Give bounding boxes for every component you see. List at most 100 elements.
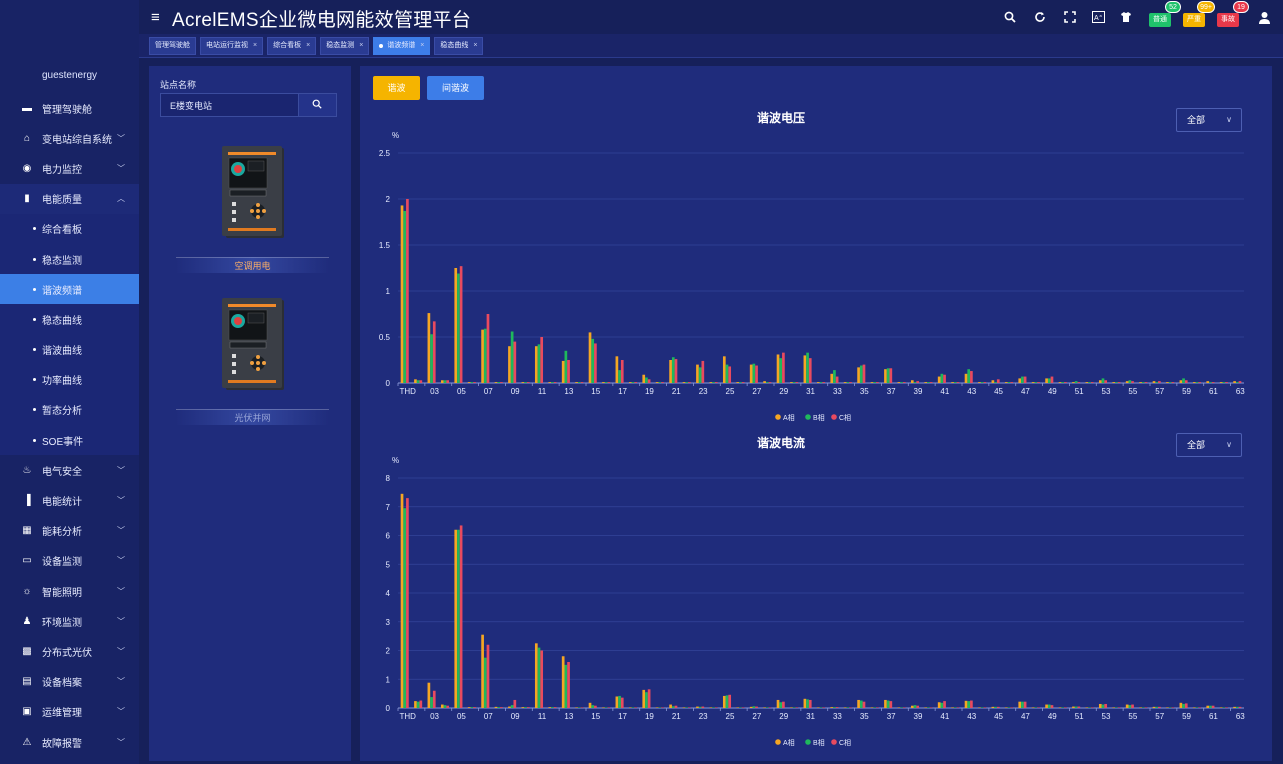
device-name: 空调用电 <box>176 257 329 273</box>
chevron-down-icon: ﹀ <box>117 133 125 143</box>
x-tick-label: 25 <box>726 387 735 396</box>
bar-B相-34 <box>846 707 850 708</box>
tab-3[interactable]: 稳态监测 × <box>320 36 370 55</box>
bar-B相-23 <box>698 367 702 383</box>
close-icon[interactable]: × <box>359 37 363 55</box>
bar-B相-60 <box>1195 707 1199 708</box>
bar-B相-31 <box>806 352 809 383</box>
bar-C相-40 <box>929 707 933 708</box>
sidebar-item-11[interactable]: ▤ 设备档案 ﹀ <box>0 667 139 697</box>
bar-C相-40 <box>929 382 933 383</box>
sidebar-subitem-1[interactable]: 稳态监测 <box>0 244 139 274</box>
sidebar-item-13[interactable]: ⚠ 故障报警 ﹀ <box>0 727 139 757</box>
bar-C相-07 <box>486 644 490 708</box>
sidebar-item-5[interactable]: ▐ 电能统计 ﹀ <box>0 485 139 515</box>
bar-A相-62 <box>1219 382 1223 383</box>
bar-A相-14 <box>575 382 578 383</box>
bar-B相-05 <box>457 273 460 383</box>
close-icon[interactable]: × <box>420 37 424 55</box>
device-card[interactable]: 光伏并网 <box>176 296 329 426</box>
bar-A相-43 <box>964 373 968 383</box>
sidebar-item-12[interactable]: ▣ 运维管理 ﹀ <box>0 697 139 727</box>
bar-A相-23 <box>696 706 699 708</box>
sidebar-item-10[interactable]: ▩ 分布式光伏 ﹀ <box>0 636 139 666</box>
bar-B相-28 <box>765 707 769 708</box>
bar-C相-39 <box>916 705 920 708</box>
alert-level-label: 严重 <box>1183 12 1205 27</box>
sidebar-item-9[interactable]: ♟ 环境监测 ﹀ <box>0 606 139 636</box>
alert-badge-0[interactable]: 普通 52 <box>1149 0 1181 27</box>
sidebar-item-1[interactable]: ⌂ 变电站综自系统 ﹀ <box>0 123 139 153</box>
bar-A相-19 <box>642 689 646 708</box>
sidebar-item-label: 能耗分析 <box>42 527 82 539</box>
x-tick-label: 47 <box>1021 712 1030 721</box>
alert-badge-1[interactable]: 严重 99+ <box>1183 0 1215 27</box>
refresh-icon[interactable] <box>1029 6 1051 28</box>
user-icon[interactable] <box>1253 6 1275 28</box>
sidebar-subitem-5[interactable]: 功率曲线 <box>0 365 139 395</box>
sidebar-subitem-4[interactable]: 谐波曲线 <box>0 335 139 365</box>
x-tick-label: 49 <box>1048 712 1057 721</box>
sidebar-item-7[interactable]: ▭ 设备监测 ﹀ <box>0 546 139 576</box>
bar-B相-47 <box>1021 701 1024 708</box>
bar-B相-55 <box>1128 705 1132 708</box>
bar-A相-29 <box>776 354 780 383</box>
bar-C相-37 <box>889 368 893 383</box>
bar-C相-29 <box>782 352 785 383</box>
sidebar-subitem-7[interactable]: SOE事件 <box>0 425 139 455</box>
bar-C相-63 <box>1238 706 1242 708</box>
sidebar-item-8[interactable]: ☼ 智能照明 ﹀ <box>0 576 139 606</box>
x-tick-label: 35 <box>860 712 869 721</box>
bar-C相-61 <box>1211 705 1215 708</box>
bar-A相-18 <box>628 382 632 383</box>
bar-B相-49 <box>1047 704 1051 708</box>
bar-A相-53 <box>1098 380 1102 383</box>
chevron-up-icon: ︿ <box>117 194 125 204</box>
harmonic-button[interactable]: 谐波 <box>373 76 420 100</box>
x-tick-label: 07 <box>484 712 493 721</box>
sidebar-subitem-2[interactable]: 谐波频谱 <box>0 274 139 305</box>
bar-A相-03 <box>427 313 431 383</box>
station-search-input[interactable] <box>160 93 298 117</box>
sidebar-item-6[interactable]: ▦ 能耗分析 ﹀ <box>0 516 139 546</box>
font-size-icon[interactable]: Aa <box>1087 6 1109 28</box>
sidebar-item-label: 运维管理 <box>42 708 82 720</box>
sidebar-item-4[interactable]: ♨ 电气安全 ﹀ <box>0 455 139 485</box>
harmonic-panel: 谐波 间谐波 谐波电压 全部 ∨ % 0 0.5 1 1.5 2 2.5 THD 03 05 07 0… <box>360 66 1272 761</box>
sidebar-item-label: 电力监控 <box>42 164 82 176</box>
sidebar-item-0[interactable]: ▬ 管理驾驶舱 <box>0 93 139 123</box>
fullscreen-icon[interactable] <box>1059 6 1081 28</box>
bar-C相-34 <box>849 382 852 383</box>
sidebar-subitem-3[interactable]: 稳态曲线 <box>0 304 139 334</box>
close-icon[interactable]: × <box>473 37 477 55</box>
bar-C相-37 <box>889 701 893 708</box>
tab-1[interactable]: 电站运行监视 × <box>200 36 264 55</box>
bar-A相-30 <box>790 382 793 383</box>
bar-A相-21 <box>669 360 672 383</box>
tab-2[interactable]: 综合看板 × <box>267 36 317 55</box>
bar-A相-20 <box>655 382 659 383</box>
sidebar-item-label: 设备监测 <box>42 557 82 569</box>
sidebar-item-2[interactable]: ◉ 电力监控 ﹀ <box>0 153 139 183</box>
bar-B相-42 <box>953 707 957 708</box>
bar-B相-10 <box>524 382 527 383</box>
y-tick-label: 0.5 <box>379 333 391 342</box>
device-card[interactable]: 空调用电 <box>176 144 329 274</box>
tab-5[interactable]: 稳态曲线 × <box>434 36 484 55</box>
bar-C相-38 <box>902 382 906 383</box>
bar-B相-16 <box>604 382 608 383</box>
close-icon[interactable]: × <box>253 37 257 55</box>
tab-0[interactable]: 管理驾驶舱 <box>149 36 196 55</box>
bar-A相-24 <box>709 382 713 383</box>
search-icon[interactable] <box>999 6 1021 28</box>
theme-shirt-icon[interactable] <box>1115 6 1137 28</box>
bar-A相-30 <box>790 707 793 708</box>
sidebar-item-3[interactable]: ▮ 电能质量 ︿ <box>0 183 139 214</box>
tab-4[interactable]: 谐波频谱 × <box>373 36 431 55</box>
menu-toggle-icon[interactable]: ≡ <box>151 9 160 26</box>
sidebar-subitem-6[interactable]: 暂态分析 <box>0 395 139 425</box>
sidebar-subitem-0[interactable]: 综合看板 <box>0 214 139 244</box>
interharmonic-button[interactable]: 间谐波 <box>427 76 484 100</box>
alert-badge-2[interactable]: 事故 19 <box>1217 0 1249 27</box>
close-icon[interactable]: × <box>306 37 310 55</box>
